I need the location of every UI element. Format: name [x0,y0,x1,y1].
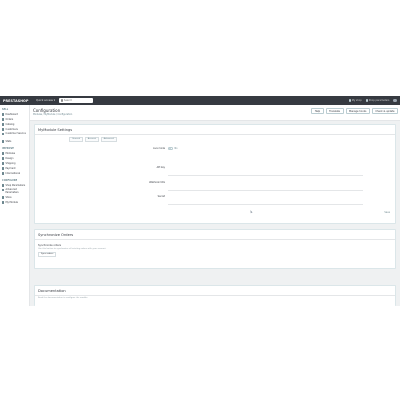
customers-icon [2,128,5,131]
shop-params-label: Shop parameters [368,99,390,102]
manage-hooks-button[interactable]: Manage hooks [345,108,370,114]
top-right-actions: My shop Shop parameters [348,98,397,103]
catalog-icon [2,123,5,126]
sync-orders-button[interactable]: Sync orders [38,252,57,257]
translate-button[interactable]: Translate [325,108,344,114]
toggle-value: No [174,147,178,150]
sync-help-text: Use this button to synchronize all exist… [38,247,107,250]
view-shop-label: My shop [351,99,362,102]
sidebar-item-label: Advanced Parameters [5,188,19,194]
sidebar: SELL Dashboard Orders Catalog Customers … [0,105,30,306]
sidebar-item-my-module[interactable]: My Module [0,200,29,205]
sidebar-item-label: Dashboard [5,113,18,116]
settings-tabs: General Account Advanced [69,137,117,142]
sidebar-item-label: Shipping [5,162,16,165]
settings-icon [2,184,5,187]
search-box[interactable] [59,98,94,103]
stats-icon [2,140,5,143]
live-mode-toggle[interactable]: No [168,147,178,151]
sidebar-item-customer-service[interactable]: Customer Service [0,132,29,139]
documentation-text: Read the documentation to configure the … [38,297,89,299]
chat-icon [2,133,5,136]
quick-access-menu[interactable]: Quick access ▾ [36,99,55,102]
shop-params-link[interactable]: Shop parameters [365,99,390,102]
tab-general[interactable]: General [69,137,84,142]
bell-icon [365,99,368,102]
card-icon [2,167,5,170]
sidebar-item-label: Customer Service [5,132,26,135]
sidebar-item-label: Store [5,196,12,199]
tab-advanced[interactable]: Advanced [100,137,117,142]
truck-icon [2,162,5,165]
field-label: Live mode [153,147,165,150]
sidebar-section-title: IMPROVE [2,147,14,150]
view-shop-link[interactable]: My shop [348,99,362,102]
search-input[interactable] [63,99,92,102]
store-icon [2,196,5,199]
sidebar-item-label: Design [5,157,14,160]
settings-panel: MyModule Settings General Account Advanc… [34,124,396,224]
toggle-switch[interactable] [168,147,173,151]
check-update-button[interactable]: Check & update [371,108,398,114]
page-header: Configuration Modules / MyModule / Confi… [30,105,400,121]
documentation-panel: Documentation Read the documentation to … [34,285,396,306]
app-window: PRESTASHOP Quick access ▾ My shop Shop p… [0,96,400,306]
secret-input[interactable] [168,200,363,205]
sidebar-item-label: Catalog [5,123,15,126]
sidebar-item-international[interactable]: International [0,171,29,176]
sidebar-item-label: Modules [5,152,16,155]
field-secret: Secret [35,187,397,206]
orders-icon [2,118,5,121]
page-title: Configuration [33,107,61,113]
sidebar-item-label: My Module [5,201,18,204]
avatar[interactable] [393,98,397,103]
sync-panel: Synchronize Orders Synchronize orders Us… [34,229,396,269]
globe-icon [2,172,5,175]
puzzle-icon [2,152,5,155]
toolbar: Help Translate Manage hooks Check & upda… [311,108,398,114]
sidebar-item-label: International [5,172,21,175]
sidebar-item-advanced-parameters[interactable]: Advanced Parameters [0,188,29,195]
tab-account[interactable]: Account [84,137,100,142]
sidebar-item-label: Orders [5,118,14,121]
sidebar-section-title: SELL [2,108,9,111]
save-button[interactable]: Save [384,211,390,214]
sync-title: Synchronize Orders [35,230,395,240]
top-bar: PRESTASHOP Quick access ▾ My shop Shop p… [0,96,400,105]
field-label: API key [156,166,165,169]
sidebar-item-label: Shop Parameters [5,184,26,187]
module-icon [2,201,5,204]
sidebar-item-label: Customers [5,128,18,131]
field-label: Secret [157,195,165,198]
gear-icon [2,189,5,192]
settings-title: MyModule Settings [35,125,395,135]
field-live-mode: Live mode No [35,147,397,151]
prestashop-logo[interactable]: PRESTASHOP [3,99,32,103]
breadcrumb: Modules / MyModule / Configuration [33,113,73,116]
sidebar-item-label: Stats [5,140,12,143]
sidebar-item-label: Payment [5,167,16,170]
eye-icon [348,99,351,102]
dashboard-icon [2,113,5,116]
design-icon [2,157,5,160]
field-label: Webhook URL [149,181,165,184]
documentation-title: Documentation [35,286,395,296]
sidebar-item-stats[interactable]: Stats [0,139,29,144]
search-icon [60,99,63,102]
help-button[interactable]: Help [311,108,324,114]
sidebar-section-title: CONFIGURE [2,179,18,182]
